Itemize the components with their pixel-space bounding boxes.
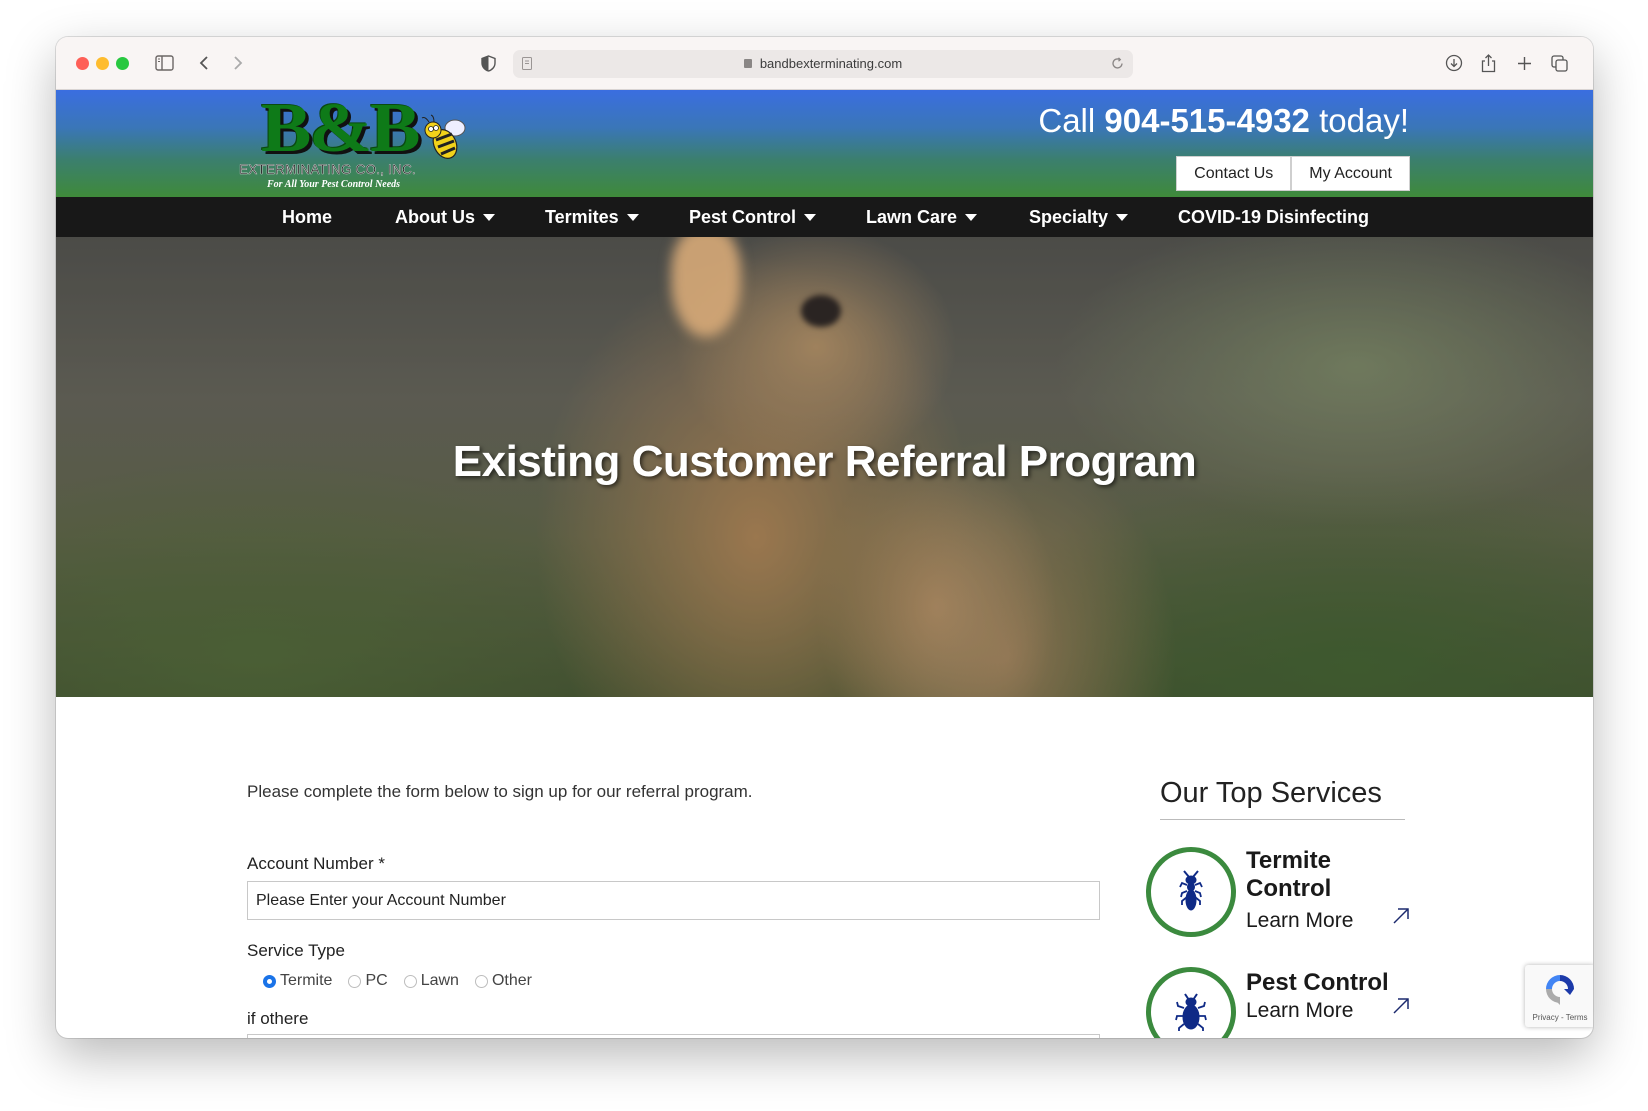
learn-more-link[interactable]: Learn More [1246,999,1353,1023]
recaptcha-links[interactable]: Privacy - Terms [1525,1013,1593,1022]
close-window-button[interactable] [76,57,89,70]
radio-unchecked-icon[interactable] [403,974,417,988]
tabs-overview-icon[interactable] [1549,51,1569,75]
radio-label: Lawn [420,972,459,989]
radio-other[interactable]: Other [474,972,532,990]
new-tab-icon[interactable] [1514,51,1534,75]
radio-lawn[interactable]: Lawn [403,972,459,990]
nav-item-specialty[interactable]: Specialty [1029,197,1129,237]
form-intro: Please complete the form below to sign u… [247,782,753,801]
bug-icon [1175,993,1207,1031]
service-card-pest-control[interactable]: Pest Control Learn More [1146,967,1426,1038]
logo-tagline: For All Your Pest Control Needs [267,179,401,190]
nav-label: Termites [545,206,619,227]
learn-more-link[interactable]: Learn More [1246,909,1353,933]
nav-label: Specialty [1029,206,1109,227]
contact-us-button[interactable]: Contact Us [1176,156,1292,191]
account-number-input[interactable]: Please Enter your Account Number [247,881,1100,920]
address-bar[interactable]: bandbexterminating.com [513,50,1133,78]
radio-checked-icon[interactable] [263,974,276,988]
url-text: bandbexterminating.com [759,56,903,71]
other-input[interactable] [247,1034,1100,1038]
radio-termite[interactable]: Termite [263,972,332,990]
service-type-radio-group: Termite PC Lawn Other [263,972,548,990]
nav-label: Pest Control [689,206,797,227]
nav-label: COVID-19 Disinfecting [1178,206,1370,227]
hero-banner: Existing Customer Referral Program [56,237,1593,697]
bee-icon [421,114,466,159]
service-icon-ring [1146,967,1236,1038]
site-header: B&B EXTERMINATING CO., INC. For All Your… [56,90,1593,197]
logo-mark: B&B [261,90,421,167]
service-card-termite-control[interactable]: Termite Control Learn More [1146,847,1426,947]
call-to-action: Call 904-515-4932 today! [1038,102,1409,140]
radio-label: Termite [280,972,333,989]
caret-down-icon [965,213,978,221]
sidebar-title: Our Top Services [1160,777,1382,809]
nav-label: Lawn Care [866,206,958,227]
sidebar-icon[interactable] [153,51,175,75]
hero-image-detail [801,295,841,327]
radio-unchecked-icon[interactable] [474,974,488,988]
nav-item-home[interactable]: Home [282,197,332,237]
my-account-button[interactable]: My Account [1291,156,1410,191]
minimize-window-button[interactable] [96,57,109,70]
service-name: Termite Control [1246,847,1332,902]
service-name: Pest Control [1246,969,1389,996]
caret-down-icon [483,213,495,221]
call-prefix: Call [1038,102,1096,139]
logo-company-name: EXTERMINATING CO., INC. [239,162,416,177]
service-type-label: Service Type [247,941,345,960]
company-logo[interactable]: B&B EXTERMINATING CO., INC. For All Your… [239,94,479,194]
caret-down-icon [626,213,639,221]
zoom-window-button[interactable] [116,57,129,70]
nav-item-termites[interactable]: Termites [545,197,639,237]
recaptcha-icon [1546,975,1574,1005]
phone-number[interactable]: 904-515-4932 [1104,102,1310,139]
arrow-up-right-icon[interactable] [1392,907,1410,931]
reload-icon[interactable] [1111,57,1124,75]
hero-image-dog [671,237,741,337]
main-nav: Home About Us Termites Pest Control Lawn… [56,197,1593,237]
nav-item-covid-19-disinfecting[interactable]: COVID-19 Disinfecting [1178,197,1369,237]
header-buttons: Contact Us My Account [1176,156,1410,191]
back-icon[interactable] [196,51,212,75]
lock-icon [743,59,752,68]
arrow-up-right-icon[interactable] [1392,997,1410,1021]
radio-unchecked-icon[interactable] [348,974,362,988]
nav-item-lawn-care[interactable]: Lawn Care [866,197,978,237]
radio-pc[interactable]: PC [348,972,388,990]
termite-icon [1179,870,1203,911]
account-number-label: Account Number * [247,854,385,873]
radio-label: PC [365,972,388,989]
nav-item-about-us[interactable]: About Us [395,197,495,237]
call-suffix: today! [1319,102,1409,139]
forward-icon[interactable] [230,51,246,75]
nav-label: Home [282,206,333,227]
shield-icon[interactable] [479,51,497,75]
browser-toolbar: bandbexterminating.com [56,37,1593,90]
browser-window: bandbexterminating.com B&B EXTERMINATING… [56,37,1593,1038]
sidebar-divider [1160,819,1405,820]
share-icon[interactable] [1478,51,1498,75]
caret-down-icon [1116,213,1129,221]
download-icon[interactable] [1443,51,1465,75]
nav-label: About Us [395,206,475,227]
service-icon-ring [1146,847,1236,937]
radio-label: Other [491,972,532,989]
nav-item-pest-control[interactable]: Pest Control [689,197,817,237]
other-label: if othere [247,1009,309,1028]
recaptcha-badge[interactable]: Privacy - Terms [1525,965,1593,1027]
caret-down-icon [804,213,817,221]
page-title: Existing Customer Referral Program [452,437,1197,486]
